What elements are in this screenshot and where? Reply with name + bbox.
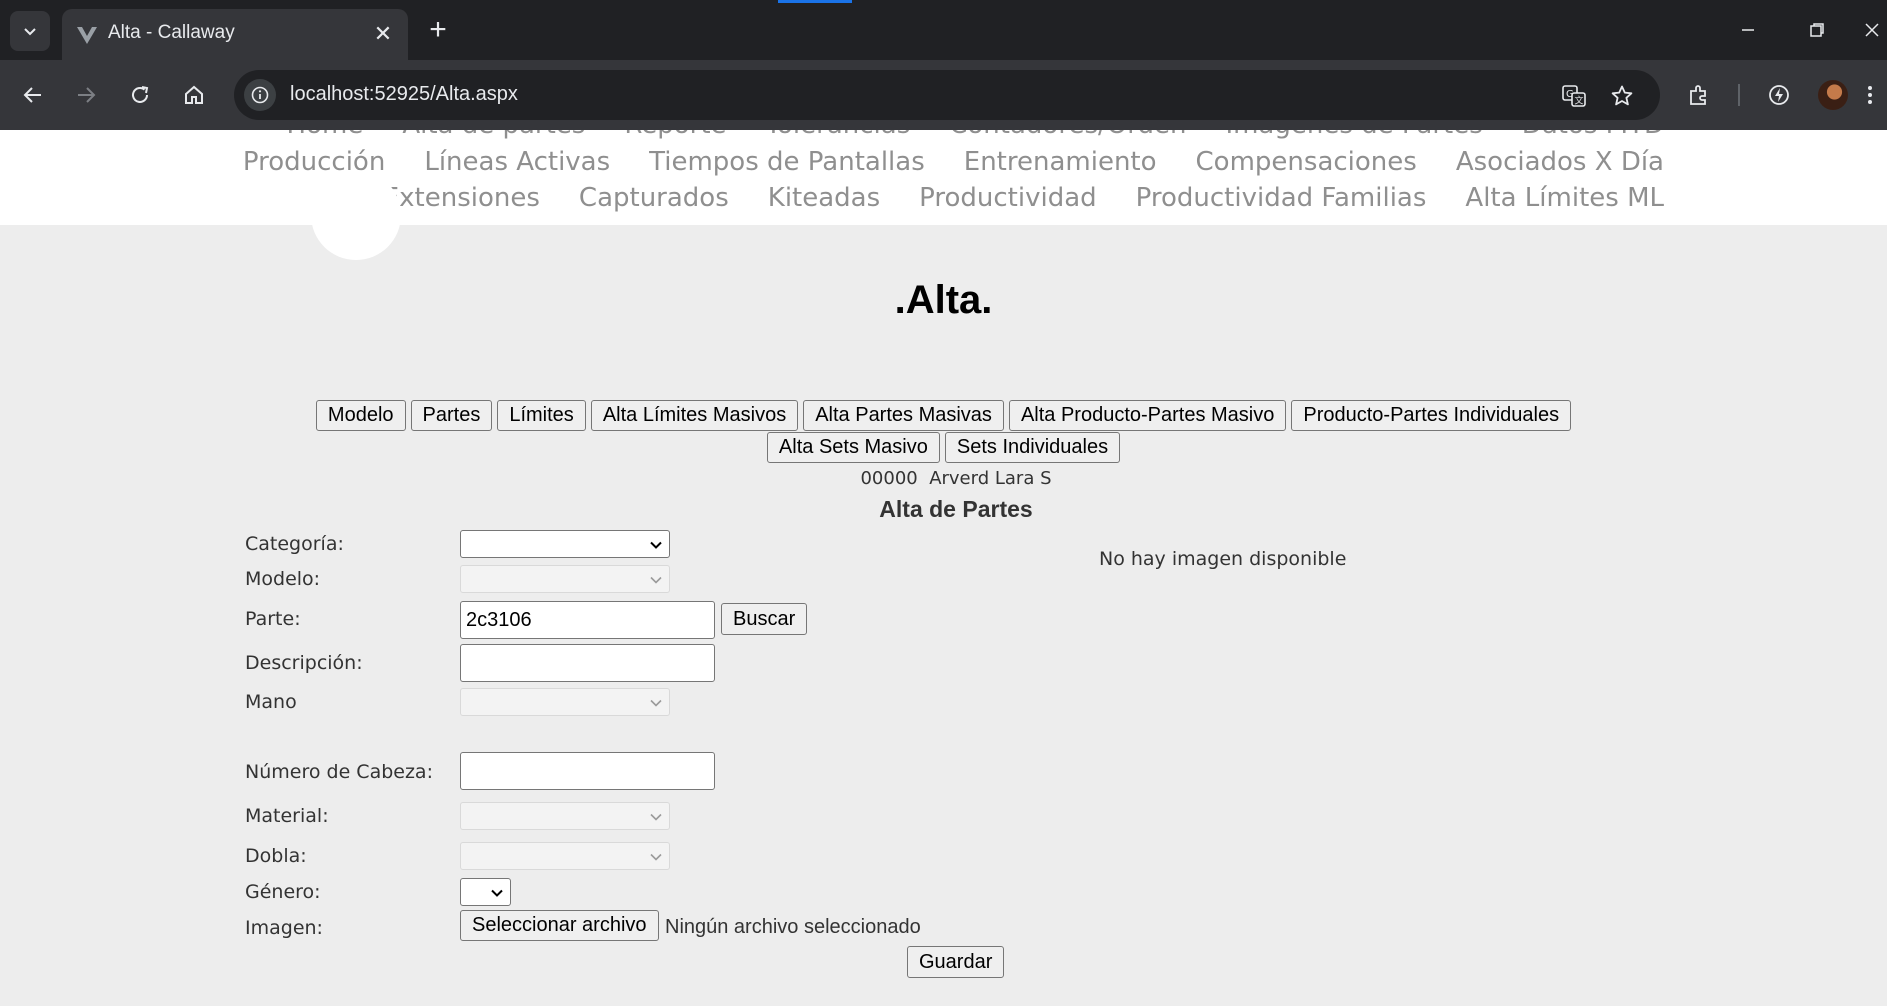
numero-cabeza-label: Número de Cabeza: [245,761,433,783]
site-info-icon[interactable] [244,79,276,111]
section-title: Alta de Partes [879,496,1033,522]
tab-search-button[interactable] [10,11,50,51]
sets-individuales-button[interactable]: Sets Individuales [944,432,1121,463]
alta-partes-masivas-button[interactable]: Alta Partes Masivas [803,400,1004,431]
nav-link[interactable]: Contadores/Orden [949,130,1186,140]
nav-link[interactable]: Tiempos de Pantallas [649,147,925,177]
nav-link[interactable]: Entrenamiento [964,147,1157,177]
alta-limites-masivos-button[interactable]: Alta Límites Masivos [590,400,799,431]
loading-indicator [778,0,852,3]
extensions-icon[interactable] [1681,77,1717,113]
action-buttons-row-1: Modelo Partes Límites Alta Límites Masiv… [0,400,1887,431]
nav-link[interactable]: Tolerancias [766,130,911,140]
svg-text:文: 文 [1575,95,1584,107]
nav-link[interactable]: Reporte [624,130,726,140]
page-content: Home Alta de partes Reporte Tolerancias … [0,130,1887,1006]
alta-producto-partes-masivo-button[interactable]: Alta Producto-Partes Masivo [1008,400,1287,431]
modelo-select[interactable] [460,565,670,593]
material-select[interactable] [460,802,670,830]
site-navigation: Home Alta de partes Reporte Tolerancias … [0,130,1887,225]
browser-tab-bar: Alta - Callaway ✕ + [0,0,1887,60]
producto-partes-individuales-button[interactable]: Producto-Partes Individuales [1291,400,1572,431]
nav-link[interactable]: Capturados [579,183,729,213]
nav-link[interactable]: Asociados X Día [1456,147,1664,177]
guardar-button[interactable]: Guardar [907,946,1005,978]
nav-link[interactable]: Imágenes de Partes [1225,130,1482,140]
modelo-button[interactable]: Modelo [315,400,406,431]
categoria-select[interactable] [460,530,670,558]
page-title: .Alta. [894,278,993,322]
nav-link[interactable]: Alta Límites ML [1465,183,1664,213]
nav-row-middle: Producción Líneas Activas Tiempos de Pan… [204,147,1664,177]
nav-link[interactable]: Kiteadas [768,183,880,213]
nav-link[interactable]: Compensaciones [1196,147,1417,177]
modelo-label: Modelo: [245,568,321,590]
alta-sets-masivo-button[interactable]: Alta Sets Masivo [766,432,940,463]
buscar-button[interactable]: Buscar [721,603,808,635]
forward-icon[interactable] [68,77,104,113]
reload-icon[interactable] [122,77,158,113]
no-image-text: No hay imagen disponible [1099,548,1347,570]
numero-cabeza-input[interactable] [460,752,715,790]
back-icon[interactable] [15,77,51,113]
bookmark-star-icon[interactable] [1608,82,1636,110]
home-icon[interactable] [176,77,212,113]
descripcion-input[interactable] [460,644,715,682]
performance-icon[interactable] [1761,77,1797,113]
close-window-icon[interactable] [1864,14,1887,46]
file-status-text: Ningún archivo seleccionado [665,916,921,938]
decorative-circle [311,170,401,260]
new-tab-button[interactable]: + [420,12,456,48]
chevron-down-icon [650,576,662,584]
chevron-down-icon [24,28,36,36]
profile-avatar[interactable] [1818,80,1848,110]
browser-toolbar: localhost:52925/Alta.aspx G文 [0,60,1887,130]
parte-input[interactable]: 2c3106 [460,601,715,639]
menu-kebab-icon[interactable] [1866,77,1887,113]
close-tab-icon[interactable]: ✕ [370,21,396,47]
chevron-down-icon [650,853,662,861]
action-buttons-row-2: Alta Sets Masivo Sets Individuales [0,432,1887,463]
favicon-icon [77,27,97,44]
nav-link[interactable]: Datos MTD [1522,130,1664,140]
seleccionar-archivo-button[interactable]: Seleccionar archivo [460,910,659,941]
tab-title: Alta - Callaway [108,22,235,43]
material-label: Material: [245,805,329,827]
nav-link[interactable]: Home [287,130,364,140]
minimize-icon[interactable] [1728,14,1768,46]
nav-link[interactable]: Productividad [919,183,1097,213]
categoria-label: Categoría: [245,533,344,555]
genero-select[interactable] [460,878,511,906]
chevron-down-icon [650,699,662,707]
nav-row-top: Home Alta de partes Reporte Tolerancias … [248,130,1664,140]
partes-button[interactable]: Partes [410,400,493,431]
imagen-label: Imagen: [245,917,323,939]
chevron-down-icon [650,541,662,549]
genero-label: Género: [245,881,321,903]
descripcion-label: Descripción: [245,652,363,674]
limites-button[interactable]: Límites [497,400,586,431]
mano-select[interactable] [460,688,670,716]
dobla-select[interactable] [460,842,670,870]
nav-link[interactable]: Extensiones [383,183,540,213]
toolbar-divider [1738,84,1740,106]
restore-icon[interactable] [1797,14,1837,46]
browser-tab-active[interactable]: Alta - Callaway ✕ [62,9,408,60]
dobla-label: Dobla: [245,845,307,867]
chevron-down-icon [650,813,662,821]
nav-link[interactable]: Líneas Activas [424,147,610,177]
url-text[interactable]: localhost:52925/Alta.aspx [290,83,518,106]
address-bar[interactable]: localhost:52925/Alta.aspx G文 [234,70,1660,120]
user-info: 00000 Arverd Lara S [860,468,1052,489]
nav-row-bottom: Extensiones Capturados Kiteadas Producti… [344,183,1664,213]
translate-icon[interactable]: G文 [1560,82,1588,110]
parte-label: Parte: [245,608,301,630]
chevron-down-icon [491,889,503,897]
nav-link[interactable]: Productividad Familias [1136,183,1427,213]
mano-label: Mano [245,691,297,713]
nav-link[interactable]: Alta de partes [402,130,585,140]
